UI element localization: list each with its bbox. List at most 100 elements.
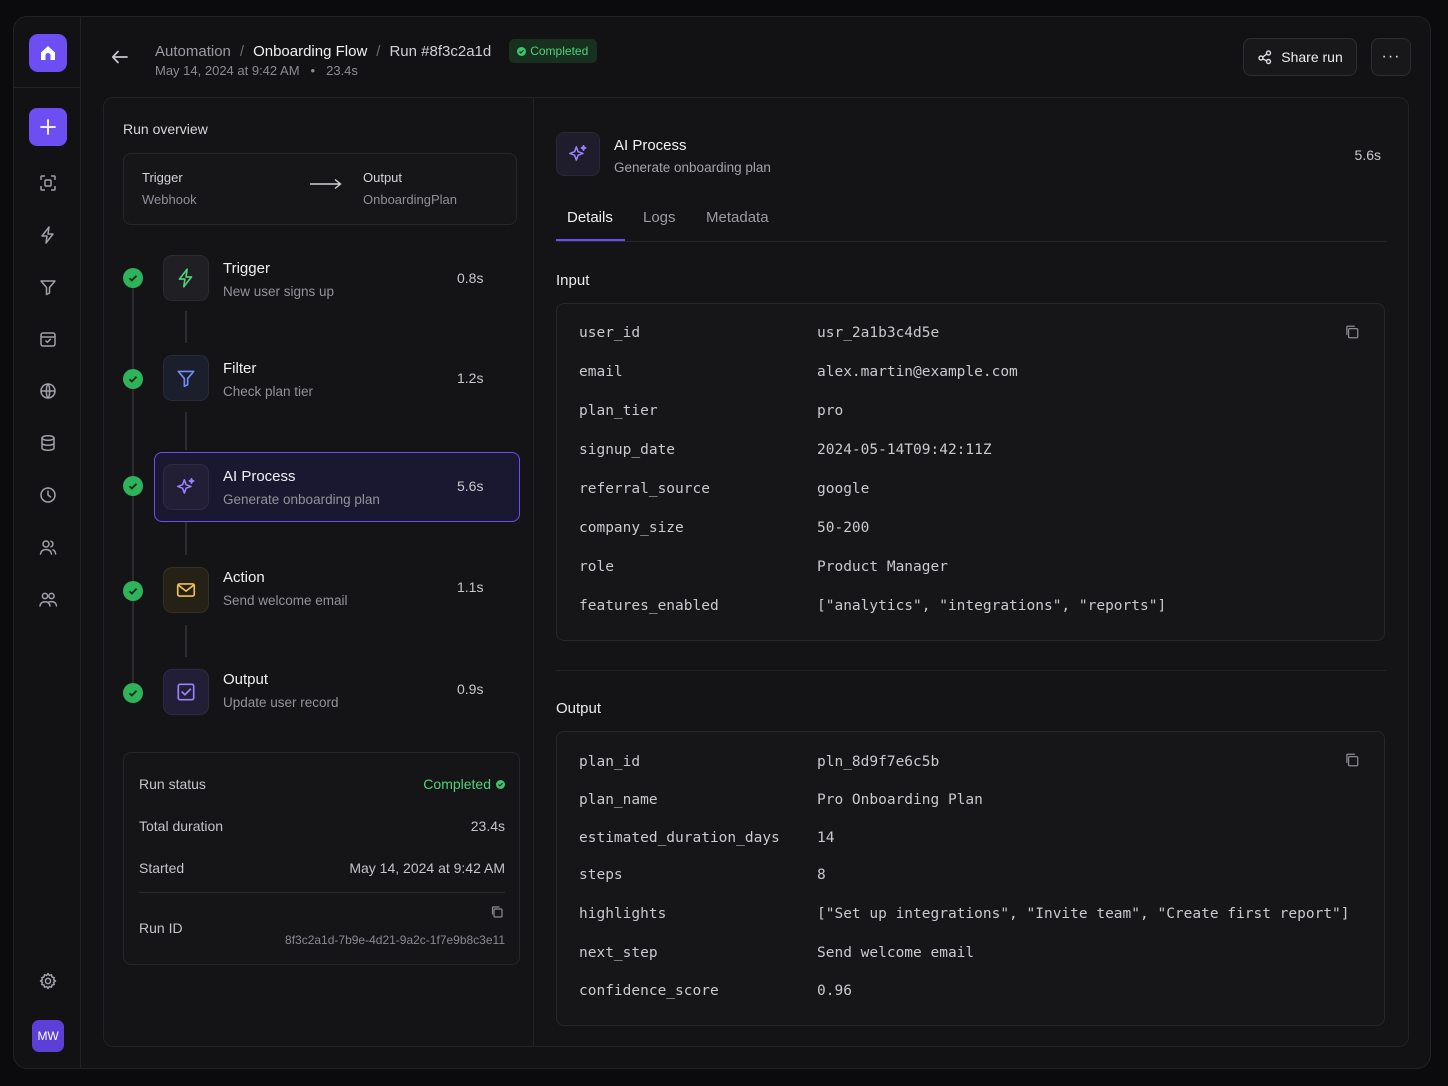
run-duration: 23.4s	[326, 63, 358, 78]
step-filter[interactable]: Filter Check plan tier 1.2s	[104, 343, 534, 413]
arrow-right-icon	[310, 178, 342, 190]
back-arrow-icon[interactable]	[108, 45, 132, 69]
input-key: email	[579, 364, 623, 380]
filter-icon	[163, 355, 209, 401]
step-connector	[185, 625, 187, 657]
run-status-value: Completed	[423, 776, 505, 792]
breadcrumb-onboarding-flow[interactable]: Onboarding Flow	[253, 43, 367, 60]
output-value: OnboardingPlan	[363, 192, 457, 207]
output-key: estimated_duration_days	[579, 830, 780, 846]
trigger-output-summary: Trigger Webhook Output OnboardingPlan	[123, 153, 517, 225]
step-subtitle: New user signs up	[223, 284, 335, 299]
step-subtitle: Generate onboarding plan	[223, 492, 380, 507]
input-value: usr_2a1b3c4d5e	[817, 325, 940, 341]
step-trigger[interactable]: Trigger New user signs up 0.8s	[104, 243, 534, 313]
total-duration-label: Total duration	[139, 818, 224, 834]
nav-filter-icon[interactable]	[33, 272, 63, 302]
breadcrumb-run: Run #8f3c2a1d	[389, 42, 492, 60]
nav-team-icon[interactable]	[33, 584, 63, 614]
copy-run-id-icon[interactable]	[490, 905, 504, 919]
input-key: role	[579, 559, 614, 575]
section-divider	[556, 670, 1386, 671]
output-panel: plan_id pln_8d9f7e6c5b plan_name Pro Onboa…	[556, 731, 1385, 1026]
output-label: Output	[363, 170, 403, 185]
check-icon	[123, 581, 143, 601]
tab-metadata[interactable]: Metadata	[706, 209, 769, 226]
tab-logs[interactable]: Logs	[643, 209, 676, 226]
output-key: confidence_score	[579, 983, 719, 999]
left-rail: MW	[14, 17, 81, 1068]
output-value: ["Set up integrations", "Invite team", "…	[817, 906, 1350, 922]
step-subtitle: Check plan tier	[223, 384, 314, 399]
input-panel: user_id usr_2a1b3c4d5e email alex.martin@e…	[556, 303, 1385, 641]
output-value: 14	[817, 830, 835, 846]
nav-globe-icon[interactable]	[33, 376, 63, 406]
nav-clock-icon[interactable]	[33, 480, 63, 510]
check-circle-icon	[496, 779, 505, 789]
input-row: role Product Manager	[557, 559, 1384, 581]
checkbox-icon	[163, 669, 209, 715]
new-button[interactable]	[29, 108, 67, 146]
input-value: pro	[817, 403, 844, 419]
detail-tabs: Details Logs Metadata	[556, 206, 1386, 242]
step-subtitle: Update user record	[223, 695, 339, 710]
step-duration: 0.9s	[457, 681, 484, 697]
step-title: Filter	[223, 360, 257, 377]
run-overview-pane: Run overview Trigger Webhook Output Onbo…	[104, 98, 534, 1046]
step-title: Output	[223, 671, 269, 688]
input-value: 2024-05-14T09:42:11Z	[817, 442, 992, 458]
check-circle-icon	[517, 46, 527, 56]
output-key: highlights	[579, 906, 667, 922]
input-row: referral_source google	[557, 481, 1384, 503]
output-value: 8	[817, 867, 826, 883]
step-action[interactable]: Action Send welcome email 1.1s	[104, 557, 534, 627]
breadcrumb-automation[interactable]: Automation	[155, 43, 231, 60]
step-duration: 5.6s	[457, 478, 484, 494]
detail-title: AI Process	[614, 137, 687, 154]
step-output[interactable]: Output Update user record 0.9s	[104, 659, 534, 729]
breadcrumb-separator: /	[239, 42, 245, 60]
output-key: plan_name	[579, 792, 658, 808]
step-connector	[185, 521, 187, 555]
nav-users-icon[interactable]	[33, 532, 63, 562]
run-id-label: Run ID	[139, 920, 183, 936]
input-key: company_size	[579, 520, 684, 536]
input-value: google	[817, 481, 870, 497]
started-value: May 14, 2024 at 9:42 AM	[349, 860, 505, 876]
logo-icon[interactable]	[29, 34, 67, 72]
input-row: plan_tier pro	[557, 403, 1384, 425]
mail-icon	[163, 567, 209, 613]
output-key: plan_id	[579, 754, 641, 770]
total-duration-value: 23.4s	[470, 818, 505, 834]
output-value: 0.96	[817, 983, 852, 999]
input-key: signup_date	[579, 442, 676, 458]
share-run-button[interactable]: Share run	[1243, 38, 1357, 76]
run-status-text: Completed	[423, 776, 491, 792]
step-duration: 1.1s	[457, 579, 484, 595]
more-options-button[interactable]: ···	[1371, 38, 1411, 76]
run-status-panel: Run status Completed Total duration 23.4…	[123, 752, 520, 965]
input-value: Product Manager	[817, 559, 948, 575]
share-run-label: Share run	[1281, 49, 1343, 65]
run-id-value: 8f3c2a1d-7b9e-4d21-9a2c-1f7e9b8c3e11	[285, 933, 505, 947]
status-divider	[139, 892, 505, 893]
settings-gear-icon[interactable]	[33, 966, 63, 996]
user-avatar[interactable]: MW	[32, 1020, 64, 1052]
check-icon	[123, 683, 143, 703]
nav-bolt-icon[interactable]	[33, 220, 63, 250]
output-row: plan_name Pro Onboarding Plan	[557, 792, 1384, 814]
output-value: Send welcome email	[817, 945, 975, 961]
bolt-icon	[163, 255, 209, 301]
run-card: Run overview Trigger Webhook Output Onbo…	[103, 97, 1409, 1047]
run-overview-title: Run overview	[123, 121, 208, 137]
tab-details[interactable]: Details	[567, 209, 613, 226]
step-subtitle: Send welcome email	[223, 593, 348, 608]
nav-scan-icon[interactable]	[33, 168, 63, 198]
input-value: alex.martin@example.com	[817, 364, 1018, 380]
run-status-label: Run status	[139, 776, 206, 792]
nav-package-icon[interactable]	[33, 324, 63, 354]
output-section-title: Output	[556, 700, 602, 717]
nav-database-icon[interactable]	[33, 428, 63, 458]
output-row: next_step Send welcome email	[557, 945, 1384, 967]
step-ai-process[interactable]: AI Process Generate onboarding plan 5.6s	[104, 452, 534, 522]
